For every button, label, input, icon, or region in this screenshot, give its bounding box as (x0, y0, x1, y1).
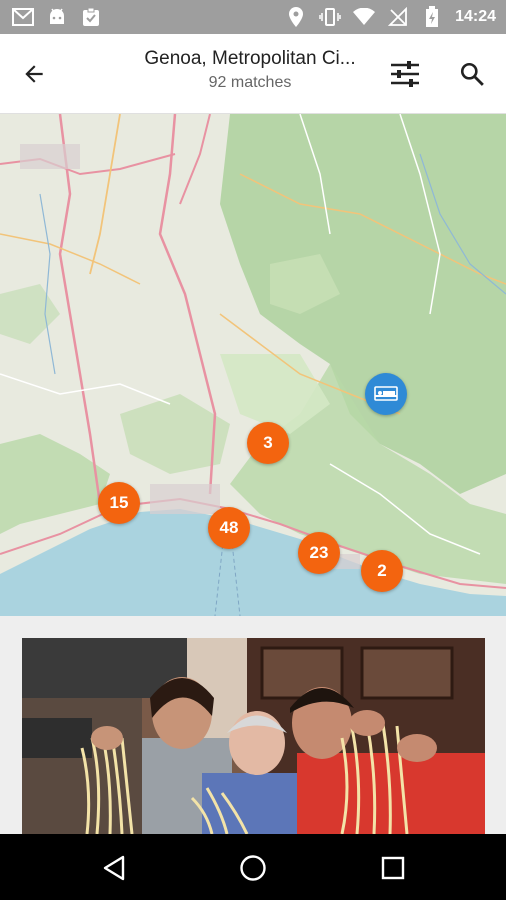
map-cluster[interactable]: 23 (298, 532, 340, 574)
filter-button[interactable] (385, 54, 425, 94)
status-bar: 14:24 (0, 0, 506, 34)
match-count: 92 matches (208, 74, 292, 91)
location-icon (285, 6, 307, 28)
system-nav-bar (0, 834, 506, 900)
map-view[interactable]: 3 15 48 23 2 (0, 114, 506, 616)
nav-home-button[interactable] (233, 848, 273, 888)
cluster-count: 23 (309, 543, 329, 562)
arrow-back-icon (25, 65, 43, 83)
map-cluster[interactable]: 48 (208, 507, 250, 549)
cluster-count: 3 (263, 433, 273, 452)
result-card[interactable] (22, 638, 485, 834)
results-list[interactable] (0, 616, 506, 834)
filter-sliders-icon (391, 61, 419, 87)
photo-people-with-pasta (22, 638, 485, 834)
cluster-count: 15 (109, 493, 129, 512)
recents-square-icon (381, 856, 405, 880)
search-button[interactable] (452, 54, 492, 94)
status-time: 14:24 (455, 8, 496, 25)
no-signal-icon (387, 6, 409, 28)
back-button[interactable] (14, 54, 54, 94)
back-triangle-icon (103, 855, 125, 881)
nav-back-button[interactable] (94, 848, 134, 888)
cluster-count: 48 (219, 518, 239, 537)
accommodation-pin[interactable] (365, 373, 407, 415)
title-block: Genoa, Metropolitan Ci... 92 matches (120, 48, 380, 92)
wifi-icon (353, 6, 376, 28)
bed-icon (374, 386, 398, 401)
cluster-count: 2 (377, 561, 387, 580)
map-cluster[interactable]: 15 (98, 482, 140, 524)
map-tiles (0, 114, 506, 616)
map-cluster[interactable]: 3 (247, 422, 289, 464)
vibrate-icon (319, 6, 341, 28)
page-title: Genoa, Metropolitan Ci... (144, 48, 356, 69)
clipboard-icon (80, 6, 102, 28)
home-circle-icon (240, 855, 266, 881)
search-icon (460, 62, 484, 86)
battery-charging-icon (421, 6, 443, 28)
map-cluster[interactable]: 2 (361, 550, 403, 592)
android-icon (46, 6, 68, 28)
nav-recents-button[interactable] (373, 848, 413, 888)
gmail-icon (12, 6, 34, 28)
app-bar: Genoa, Metropolitan Ci... 92 matches (0, 34, 506, 114)
